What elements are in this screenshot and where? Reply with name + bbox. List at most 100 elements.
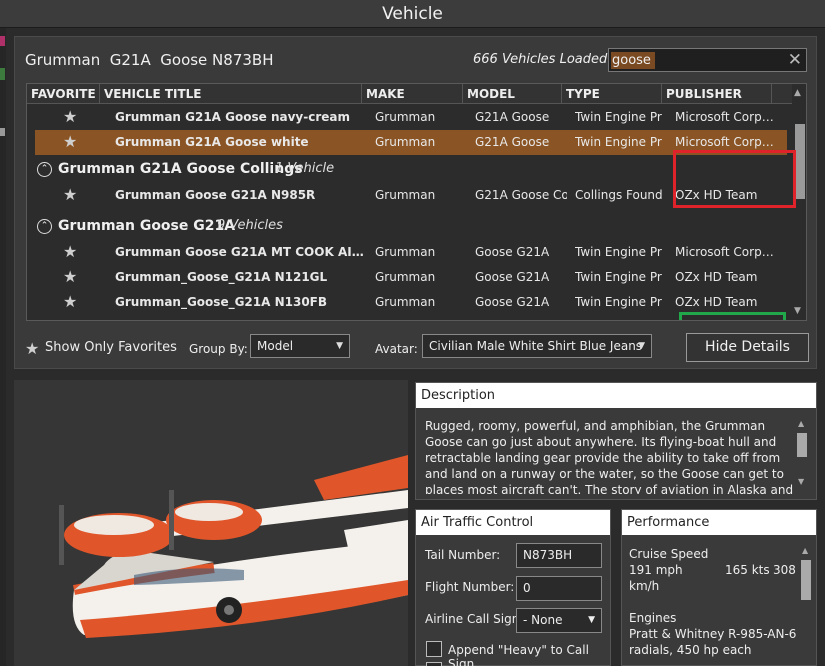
clear-search-icon[interactable]: ✕ bbox=[788, 50, 802, 70]
cell-vehicle-title: Grumman G21A Goose navy-cream bbox=[115, 110, 350, 124]
hide-details-button[interactable]: Hide Details bbox=[686, 333, 809, 362]
vehicle-table: FAVORITE VEHICLE TITLE MAKE MODEL TYPE P… bbox=[26, 83, 807, 321]
chevron-down-icon: ▼ bbox=[638, 341, 645, 351]
engines-label: Engines bbox=[629, 611, 677, 625]
cell-vehicle-title: Grumman G21A Goose white bbox=[115, 135, 309, 149]
cell-type: Twin Engine Prop bbox=[575, 270, 662, 284]
call-sign-value: - None bbox=[523, 613, 563, 627]
column-header-model[interactable]: MODEL bbox=[463, 84, 562, 104]
scroll-up-icon[interactable]: ▲ bbox=[794, 88, 801, 98]
tail-number-label: Tail Number: bbox=[425, 548, 501, 562]
chevron-down-icon: ▼ bbox=[336, 341, 343, 351]
description-scrollbar[interactable]: ▲ ▼ bbox=[796, 419, 808, 491]
group-by-value: Model bbox=[257, 339, 294, 353]
scroll-down-icon[interactable]: ▼ bbox=[798, 477, 804, 486]
selected-vehicle-name: Grumman G21A Goose N873BH bbox=[25, 51, 274, 69]
table-row[interactable]: ★ Grumman G21A Goose navy-cream Grumman … bbox=[27, 105, 792, 130]
description-header: Description bbox=[416, 383, 816, 408]
scroll-down-icon[interactable]: ▼ bbox=[794, 306, 801, 316]
engines-value-line-1: Pratt & Whitney R-985-AN-6 bbox=[629, 627, 797, 641]
collapse-chevron-icon[interactable]: ⌃ bbox=[37, 162, 52, 177]
performance-scrollbar[interactable]: ▲ bbox=[800, 546, 812, 664]
column-header-favorite[interactable]: FAVORITE bbox=[27, 84, 100, 104]
group-title: Grumman Goose G21A bbox=[58, 218, 236, 234]
favorite-star-icon[interactable]: ★ bbox=[63, 134, 77, 150]
column-header-publisher[interactable]: PUBLISHER bbox=[662, 84, 772, 104]
cell-type: Twin Engine Prop bbox=[575, 295, 662, 309]
cell-make: Grumman bbox=[375, 245, 436, 259]
scroll-up-icon[interactable]: ▲ bbox=[802, 546, 808, 555]
group-by-label: Group By: bbox=[189, 342, 248, 356]
favorite-star-icon[interactable]: ★ bbox=[63, 187, 77, 203]
cruise-speed-kmh-value: 308 bbox=[773, 563, 796, 577]
cell-model: G21A Goose bbox=[475, 135, 550, 149]
favorite-star-icon[interactable]: ★ bbox=[63, 294, 77, 310]
cell-make: Grumman bbox=[375, 295, 436, 309]
red-highlight-box bbox=[673, 150, 796, 208]
table-row[interactable]: ★ Grumman Goose G21A MT COOK AIRLINES Gr… bbox=[27, 240, 792, 265]
search-box[interactable]: ✕ bbox=[608, 48, 807, 72]
cruise-speed-kts: 165 kts bbox=[725, 563, 770, 577]
aircraft-illustration bbox=[59, 455, 408, 638]
favorite-star-icon[interactable]: ★ bbox=[63, 109, 77, 125]
scroll-thumb[interactable] bbox=[795, 124, 805, 199]
scroll-thumb[interactable] bbox=[801, 560, 811, 600]
cell-make: Grumman bbox=[375, 110, 436, 124]
group-count: 1 Vehicle bbox=[275, 161, 335, 176]
vehicle-selector-panel: Grumman G21A Goose N873BH 666 Vehicles L… bbox=[14, 36, 817, 369]
append-heavy-checkbox[interactable] bbox=[426, 641, 442, 657]
description-text: Rugged, roomy, powerful, and amphibian, … bbox=[425, 419, 794, 494]
next-checkbox[interactable] bbox=[426, 662, 442, 666]
description-panel: Description Rugged, roomy, powerful, and… bbox=[415, 382, 817, 500]
airline-call-sign-label: Airline Call Sign: bbox=[425, 612, 524, 626]
cruise-speed-kmh-unit: km/h bbox=[629, 579, 660, 593]
group-by-dropdown[interactable]: Model ▼ bbox=[250, 334, 350, 358]
favorite-star-icon[interactable]: ★ bbox=[63, 269, 77, 285]
airline-call-sign-dropdown[interactable]: - None ▼ bbox=[516, 608, 602, 633]
left-edge-strip bbox=[0, 28, 6, 666]
cell-type: Twin Engine Prop bbox=[575, 135, 662, 149]
collapse-chevron-icon[interactable]: ⌃ bbox=[37, 219, 52, 234]
avatar-label: Avatar: bbox=[375, 342, 418, 356]
cell-model: Goose G21A bbox=[475, 295, 550, 309]
performance-panel: Performance Cruise Speed 191 mph 165 kts… bbox=[621, 509, 817, 666]
flight-number-label: Flight Number: bbox=[425, 580, 515, 594]
scroll-up-icon[interactable]: ▲ bbox=[798, 419, 804, 428]
cell-model: G21A Goose Collings bbox=[475, 188, 567, 202]
group-header[interactable]: ⌃ Grumman Goose G21A 9 Vehicles bbox=[27, 212, 792, 240]
cell-make: Grumman bbox=[375, 188, 436, 202]
tail-number-field[interactable]: N873BH bbox=[516, 543, 602, 568]
chevron-down-icon: ▼ bbox=[588, 615, 595, 625]
column-header-vehicle-title[interactable]: VEHICLE TITLE bbox=[100, 84, 362, 104]
show-favorites-toggle[interactable]: Show Only Favorites bbox=[45, 340, 177, 355]
green-highlight-box bbox=[679, 312, 786, 320]
append-heavy-label: Append "Heavy" to Call Sign bbox=[448, 643, 589, 666]
favorite-star-icon[interactable]: ★ bbox=[63, 244, 77, 260]
cell-type: Collings Foundation bbox=[575, 188, 662, 202]
cruise-speed-mph: 191 mph bbox=[629, 563, 683, 577]
table-row[interactable]: ★ Grumman_Goose_G21A N130FB Grumman Goos… bbox=[27, 290, 792, 315]
cell-vehicle-title: Grumman_Goose_G21A N130FB bbox=[115, 295, 328, 309]
column-header-type[interactable]: TYPE bbox=[562, 84, 662, 104]
air-traffic-control-panel: Air Traffic Control Tail Number: N873BH … bbox=[415, 509, 611, 666]
group-count: 9 Vehicles bbox=[217, 218, 283, 233]
search-input[interactable] bbox=[609, 49, 779, 72]
table-row[interactable]: ★ Grumman_Goose_G21A N121GL Grumman Goos… bbox=[27, 265, 792, 290]
cell-model: G21A Goose bbox=[475, 110, 550, 124]
column-header-make[interactable]: MAKE bbox=[362, 84, 463, 104]
group-title: Grumman G21A Goose Collings bbox=[58, 161, 303, 177]
cell-type: Twin Engine Prop bbox=[575, 110, 662, 124]
scroll-thumb[interactable] bbox=[797, 433, 807, 457]
cell-publisher: Microsoft Corporation bbox=[675, 245, 775, 259]
cell-publisher: OZx HD Team bbox=[675, 270, 758, 284]
vehicles-loaded-count: 666 Vehicles Loaded bbox=[473, 52, 608, 67]
performance-header: Performance bbox=[622, 510, 816, 535]
avatar-dropdown[interactable]: Civilian Male White Shirt Blue Jeans ▼ bbox=[422, 334, 652, 358]
cell-vehicle-title: Grumman_Goose_G21A N121GL bbox=[115, 270, 328, 284]
window-title: Vehicle bbox=[0, 0, 825, 28]
engines-value-line-2: radials, 450 hp each bbox=[629, 643, 752, 657]
cell-model: Goose G21A bbox=[475, 270, 550, 284]
show-favorites-star-icon[interactable]: ★ bbox=[25, 339, 39, 358]
flight-number-field[interactable]: 0 bbox=[516, 576, 602, 601]
cell-vehicle-title: Grumman Goose G21A N985R bbox=[115, 188, 316, 202]
